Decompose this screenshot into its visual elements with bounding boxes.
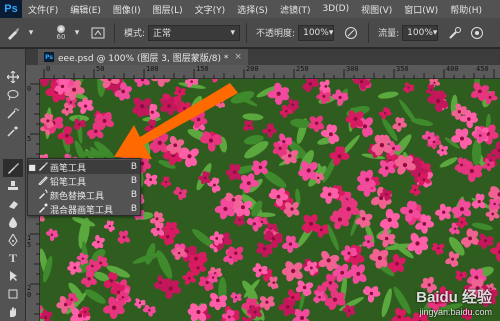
- hand-tool-icon[interactable]: [3, 303, 23, 321]
- ruler-label: 0: [27, 85, 32, 93]
- lasso-tool-icon[interactable]: [3, 86, 23, 104]
- ruler-label: 450: [476, 65, 489, 73]
- blur-tool-icon[interactable]: [3, 213, 23, 231]
- chevron-down-icon: ▾: [328, 27, 334, 38]
- flow-value: 100%: [407, 27, 433, 38]
- eraser-icon[interactable]: [3, 195, 23, 213]
- path-selection-icon[interactable]: [3, 267, 23, 285]
- flyout-mixer-brush-tool[interactable]: 混合器画笔工具 B: [28, 202, 140, 216]
- chevron-down-icon: ▾: [432, 27, 438, 38]
- document-icon: Ps: [44, 52, 54, 62]
- mode-label: 模式:: [124, 29, 146, 39]
- pressure-size-icon[interactable]: [466, 23, 488, 43]
- watermark: Baidu 经验 jingyan.baidu.com: [416, 286, 492, 317]
- flow-input[interactable]: 100% ▾: [402, 24, 439, 41]
- chevron-down-icon[interactable]: ▾: [26, 23, 36, 43]
- ruler-label: 1 5: [27, 234, 32, 249]
- type-tool-icon[interactable]: T: [3, 249, 23, 267]
- ruler-label: 400: [446, 65, 459, 73]
- flyout-item-label: 颜色替换工具: [50, 191, 105, 202]
- pressure-opacity-icon[interactable]: [340, 23, 362, 43]
- ruler-label: 0: [46, 65, 51, 73]
- opacity-label: 不透明度:: [256, 29, 296, 39]
- menu-help[interactable]: 帮助(H): [444, 3, 488, 16]
- menu-filter[interactable]: 滤镜(T): [274, 3, 317, 16]
- ruler-label: 50: [96, 65, 105, 73]
- magic-wand-icon[interactable]: [3, 104, 23, 122]
- document-tab-label: eee.psd @ 100% (图层 3, 图层蒙版/8) *: [58, 53, 229, 64]
- menu-select[interactable]: 选择(S): [231, 3, 274, 16]
- flyout-item-label: 铅笔工具: [50, 177, 87, 188]
- arrow-icon: [114, 83, 238, 159]
- mode-select-value: 正常: [153, 29, 172, 39]
- color-replace-icon: [36, 189, 50, 202]
- watermark-logo: Baidu 经验: [416, 289, 492, 306]
- mode-select[interactable]: 正常 ▾: [148, 24, 241, 41]
- pen-tool-icon[interactable]: [3, 231, 23, 249]
- move-tool-icon[interactable]: [3, 68, 23, 86]
- ruler-label: 200: [246, 65, 259, 73]
- options-bar: ▾ 60 ▾ 模式: 正常 ▾ 不透明度: 100% ▾ 流量: 100% ▾: [0, 18, 500, 48]
- brush-size-value: 60: [56, 32, 66, 41]
- menu-type[interactable]: 文字(Y): [189, 3, 232, 16]
- pencil-icon: [36, 175, 50, 188]
- flyout-brush-tool[interactable]: ■ 画笔工具 B: [28, 160, 140, 174]
- airbrush-icon[interactable]: [444, 23, 466, 43]
- divider: [114, 22, 115, 43]
- ruler-label: 350: [396, 65, 409, 73]
- chevron-down-icon: ▾: [230, 27, 236, 38]
- document-tab-bar: Ps eee.psd @ 100% (图层 3, 图层蒙版/8) * ×: [26, 49, 500, 65]
- menu-layer[interactable]: 图层(L): [147, 3, 189, 16]
- stamp-tool-icon[interactable]: [3, 177, 23, 195]
- mixer-brush-icon: [36, 203, 50, 216]
- flyout-item-label: 画笔工具: [50, 163, 87, 174]
- ruler-label: 150: [196, 65, 209, 73]
- menu-bar: Ps 文件(F) 编辑(E) 图像(I) 图层(L) 文字(Y) 选择(S) 滤…: [0, 0, 500, 18]
- ruler-label: 2 0: [27, 284, 32, 299]
- flyout-item-label: 混合器画笔工具: [50, 205, 114, 216]
- brush-tools-flyout: ■ 画笔工具 B 铅笔工具 B 颜色替换工具 B 混合器画笔工具 B: [27, 158, 141, 216]
- menu-view[interactable]: 视图(V): [355, 3, 398, 16]
- shape-tool-icon[interactable]: [3, 285, 23, 303]
- flow-label: 流量:: [378, 29, 400, 39]
- menu-image[interactable]: 图像(I): [107, 3, 147, 16]
- menu-window[interactable]: 窗口(W): [398, 3, 444, 16]
- tools-panel: T: [0, 49, 26, 321]
- ruler-label: 250: [296, 65, 309, 73]
- flyout-shortcut: B: [130, 190, 138, 200]
- watermark-url: jingyan.baidu.com: [419, 307, 492, 317]
- brush-tool-preset-button[interactable]: [0, 23, 26, 43]
- brush-icon: [36, 161, 50, 174]
- ruler-label: 100: [146, 65, 159, 73]
- ruler-ticks: [43, 69, 495, 79]
- menu-edit[interactable]: 编辑(E): [64, 3, 107, 16]
- menu-file[interactable]: 文件(F): [22, 3, 64, 16]
- brush-icon: [8, 27, 19, 40]
- flyout-shortcut: B: [130, 204, 138, 214]
- opacity-input[interactable]: 100% ▾: [298, 24, 335, 41]
- flyout-shortcut: B: [130, 176, 138, 186]
- opacity-value: 100%: [303, 27, 329, 38]
- ruler-corner: [26, 65, 40, 79]
- flyout-shortcut: B: [130, 162, 138, 172]
- divider: [246, 22, 248, 43]
- selected-bullet-icon: ■: [28, 162, 36, 172]
- document-tab[interactable]: Ps eee.psd @ 100% (图层 3, 图层蒙版/8) * ×: [38, 49, 248, 65]
- brush-panel-toggle-icon[interactable]: [88, 23, 108, 43]
- brush-size-picker[interactable]: 60: [50, 22, 72, 44]
- photoshop-logo: Ps: [0, 0, 22, 18]
- brush-tool-icon[interactable]: [3, 159, 23, 177]
- menu-3d[interactable]: 3D(D): [316, 4, 355, 14]
- flyout-color-replacement-tool[interactable]: 颜色替换工具 B: [28, 188, 140, 202]
- chevron-down-icon[interactable]: ▾: [72, 23, 82, 43]
- divider: [368, 22, 370, 43]
- ruler-label: 300: [346, 65, 359, 73]
- brush-tip-icon: [57, 24, 65, 33]
- close-icon[interactable]: ×: [234, 52, 242, 62]
- flyout-pencil-tool[interactable]: 铅笔工具 B: [28, 174, 140, 188]
- horizontal-ruler: 0 50 100 150 200 250 300 350 400 450: [40, 65, 500, 79]
- eyedropper-icon[interactable]: [3, 122, 23, 140]
- ruler-label: 5: [27, 135, 32, 143]
